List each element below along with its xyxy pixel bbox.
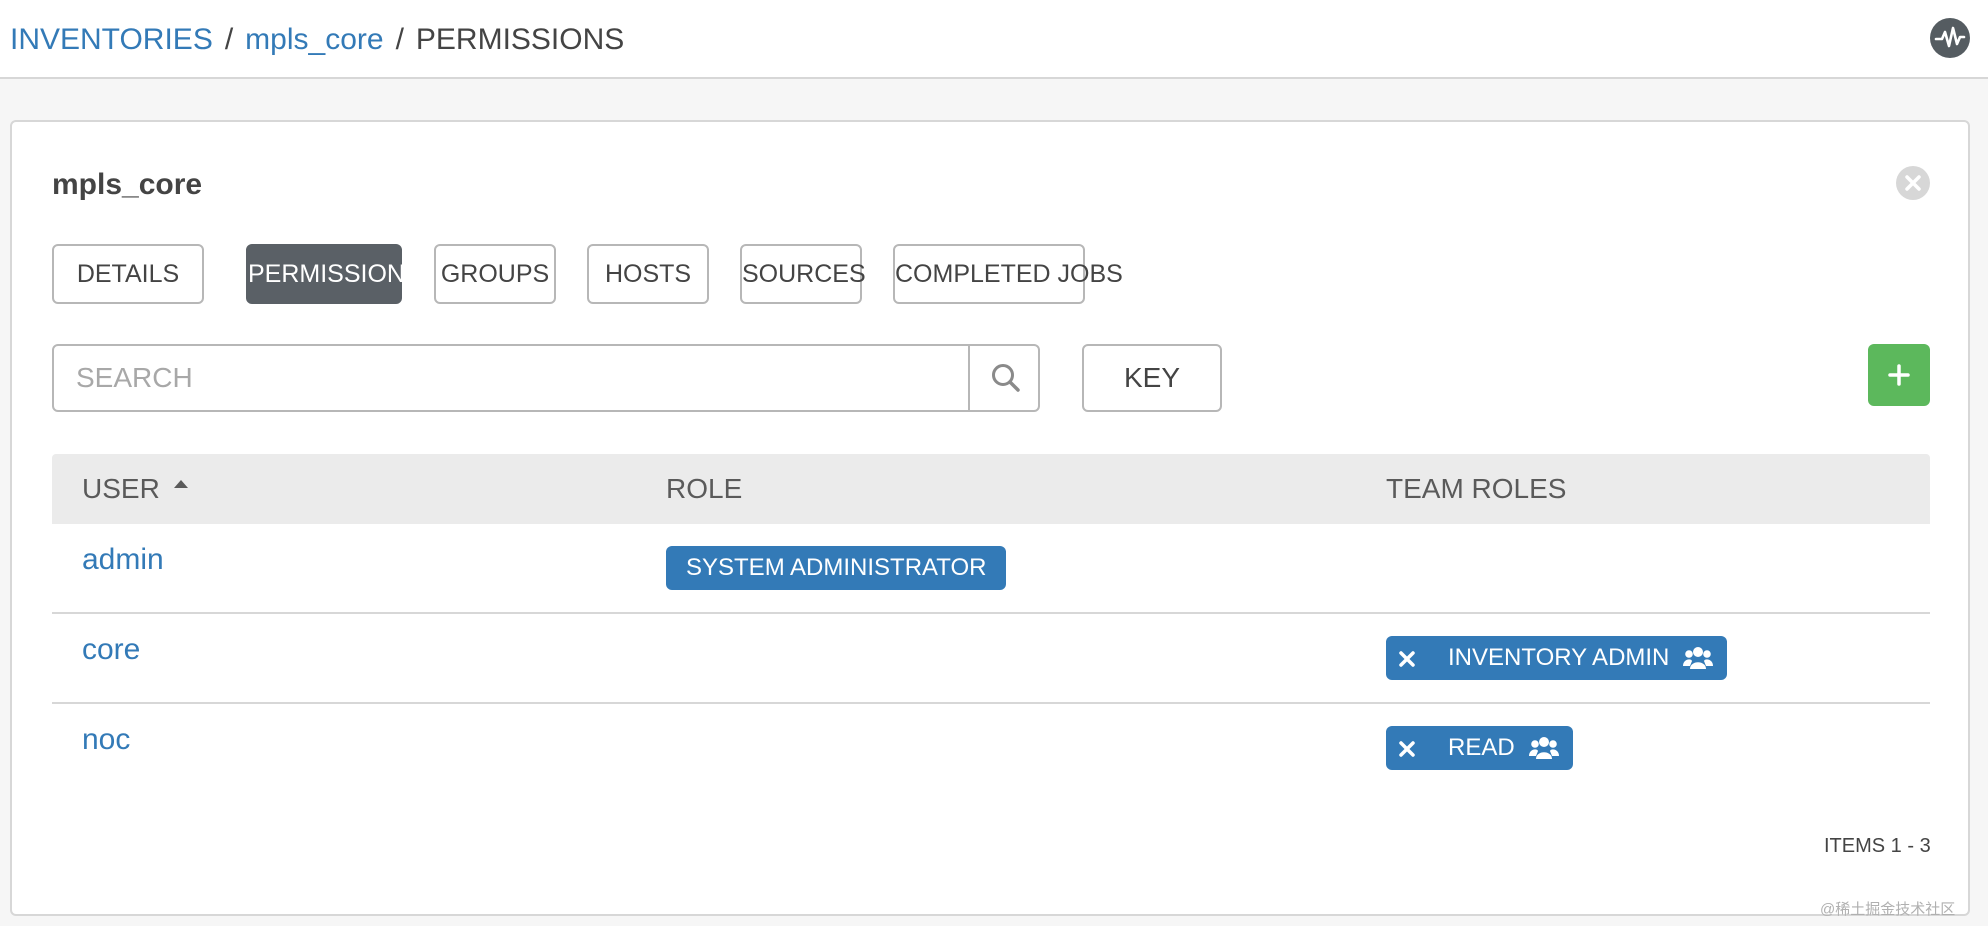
table-header: USER ROLE TEAM ROLES (52, 454, 1930, 524)
column-header-user[interactable]: USER (82, 454, 160, 524)
items-count: ITEMS 1 - 3 (1824, 835, 1931, 857)
close-icon[interactable] (1896, 166, 1930, 200)
inventory-panel: mpls_core DETAILS PERMISSIONS GROUPS HOS… (10, 120, 1970, 916)
plus-icon (1888, 364, 1910, 386)
breadcrumb-inventories[interactable]: INVENTORIES (10, 23, 213, 56)
role-badge: SYSTEM ADMINISTRATOR (666, 546, 1007, 590)
team-role-badge: INVENTORY ADMIN (1386, 636, 1728, 680)
remove-role-icon[interactable] (1396, 648, 1418, 670)
search-button[interactable] (968, 346, 1040, 410)
breadcrumb-current: PERMISSIONS (415, 23, 625, 56)
top-bar: INVENTORIES / mpls_core / PERMISSIONS (0, 0, 1988, 79)
team-users-icon (1683, 647, 1714, 669)
user-link-admin[interactable]: admin (82, 540, 164, 580)
tab-permissions[interactable]: PERMISSIONS (246, 244, 422, 304)
tab-hosts[interactable]: HOSTS (587, 244, 709, 304)
tab-details[interactable]: DETAILS (52, 244, 204, 304)
watermark: @稀土掘金技术社区 (1820, 901, 1956, 918)
breadcrumb-mpls-core[interactable]: mpls_core (245, 23, 383, 56)
column-header-team-roles: TEAM ROLES (1386, 473, 1567, 504)
table-row: core INVENTORY ADMIN (52, 614, 1930, 704)
search-box (52, 344, 1040, 412)
search-input[interactable] (54, 346, 968, 410)
breadcrumb-separator: / (395, 23, 404, 56)
user-link-core[interactable]: core (82, 630, 140, 670)
add-permission-button[interactable] (1868, 344, 1930, 406)
user-link-noc[interactable]: noc (82, 720, 130, 760)
search-icon (992, 364, 1020, 392)
panel-title: mpls_core (52, 168, 203, 201)
team-users-icon (1528, 737, 1559, 759)
tab-groups[interactable]: GROUPS (434, 244, 556, 304)
column-header-role: ROLE (666, 473, 743, 504)
breadcrumb-separator: / (224, 23, 234, 56)
tab-sources[interactable]: SOURCES (740, 244, 866, 304)
tab-completed-jobs[interactable]: COMPLETED JOBS (893, 244, 1123, 304)
key-button[interactable]: KEY (1082, 344, 1222, 412)
team-role-label: INVENTORY ADMIN (1448, 644, 1670, 671)
team-role-badge: READ (1386, 726, 1573, 770)
table-row: noc READ (52, 704, 1930, 794)
activity-stream-icon[interactable] (1930, 18, 1970, 58)
team-role-label: READ (1448, 734, 1515, 761)
remove-role-icon[interactable] (1396, 738, 1418, 760)
table-row: admin SYSTEM ADMINISTRATOR (52, 524, 1930, 614)
permissions-table: USER ROLE TEAM ROLES admin SYSTEM ADMINI… (52, 454, 1930, 794)
sort-ascending-icon[interactable] (172, 478, 190, 492)
breadcrumb: INVENTORIES / mpls_core / PERMISSIONS (10, 20, 624, 60)
